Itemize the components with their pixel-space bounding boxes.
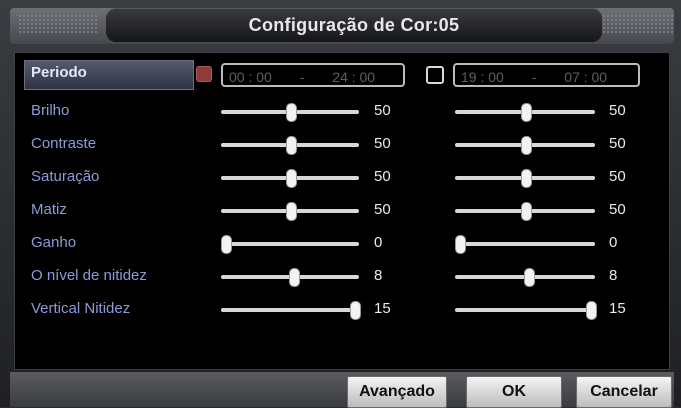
right-slider-track[interactable]	[455, 308, 595, 312]
right-slider-thumb[interactable]	[586, 301, 597, 320]
right-slider-thumb[interactable]	[520, 136, 532, 155]
period1-checkbox[interactable]	[196, 66, 212, 82]
period1-separator: -	[299, 69, 305, 85]
left-slider-thumb[interactable]	[285, 202, 297, 221]
left-slider-value: 0	[374, 234, 383, 251]
left-slider-thumb[interactable]	[289, 268, 301, 287]
period1-time-field[interactable]: 00 : 00 - 24 : 00	[221, 63, 405, 87]
right-slider-thumb[interactable]	[520, 202, 532, 221]
left-slider-value: 50	[374, 168, 391, 185]
right-slider-value: 0	[609, 234, 618, 251]
right-slider-thumb[interactable]	[520, 169, 532, 188]
row-label: Vertical Nitidez	[31, 300, 131, 317]
row-label: O nível de nitidez	[31, 267, 147, 284]
left-slider-value: 50	[374, 135, 391, 152]
right-slider-value: 50	[609, 135, 626, 152]
period2-time-field[interactable]: 19 : 00 - 07 : 00	[453, 63, 640, 87]
right-slider-thumb[interactable]	[520, 103, 532, 122]
left-slider-value: 50	[374, 201, 391, 218]
right-slider-thumb[interactable]	[455, 235, 466, 254]
period2-start: 19 : 00	[461, 69, 504, 85]
left-slider-value: 15	[374, 300, 391, 317]
row-label: Brilho	[31, 102, 70, 119]
right-slider-value: 50	[609, 201, 626, 218]
period2-end: 07 : 00	[564, 69, 608, 85]
period-label: Periodo	[31, 64, 87, 81]
left-slider-thumb[interactable]	[285, 136, 297, 155]
left-slider-thumb[interactable]	[350, 301, 361, 320]
right-slider-track[interactable]	[455, 242, 595, 246]
row-label: Contraste	[31, 135, 97, 152]
right-slider-value: 8	[609, 267, 618, 284]
left-slider-track[interactable]	[221, 242, 359, 246]
dialog-title: Configuração de Cor:05	[248, 15, 460, 35]
title-dots-right	[594, 14, 674, 34]
button-bar	[10, 372, 674, 407]
left-slider-thumb[interactable]	[285, 169, 297, 188]
period1-start: 00 : 00	[229, 69, 272, 85]
ok-button[interactable]: OK	[466, 376, 562, 408]
left-slider-thumb[interactable]	[221, 235, 232, 254]
period2-separator: -	[531, 69, 537, 85]
advanced-button[interactable]: Avançado	[347, 376, 447, 408]
right-slider-value: 15	[609, 300, 626, 317]
period2-checkbox[interactable]	[426, 66, 444, 84]
right-slider-value: 50	[609, 102, 626, 119]
left-slider-track[interactable]	[221, 308, 359, 312]
row-label: Saturação	[31, 168, 100, 185]
cancel-button[interactable]: Cancelar	[576, 376, 672, 408]
right-slider-thumb[interactable]	[524, 268, 536, 287]
row-label: Ganho	[31, 234, 77, 251]
left-slider-value: 50	[374, 102, 391, 119]
period1-end: 24 : 00	[332, 69, 376, 85]
left-slider-thumb[interactable]	[285, 103, 297, 122]
right-slider-value: 50	[609, 168, 626, 185]
title-dots-left	[18, 14, 98, 34]
row-label: Matiz	[31, 201, 67, 218]
left-slider-value: 8	[374, 267, 383, 284]
